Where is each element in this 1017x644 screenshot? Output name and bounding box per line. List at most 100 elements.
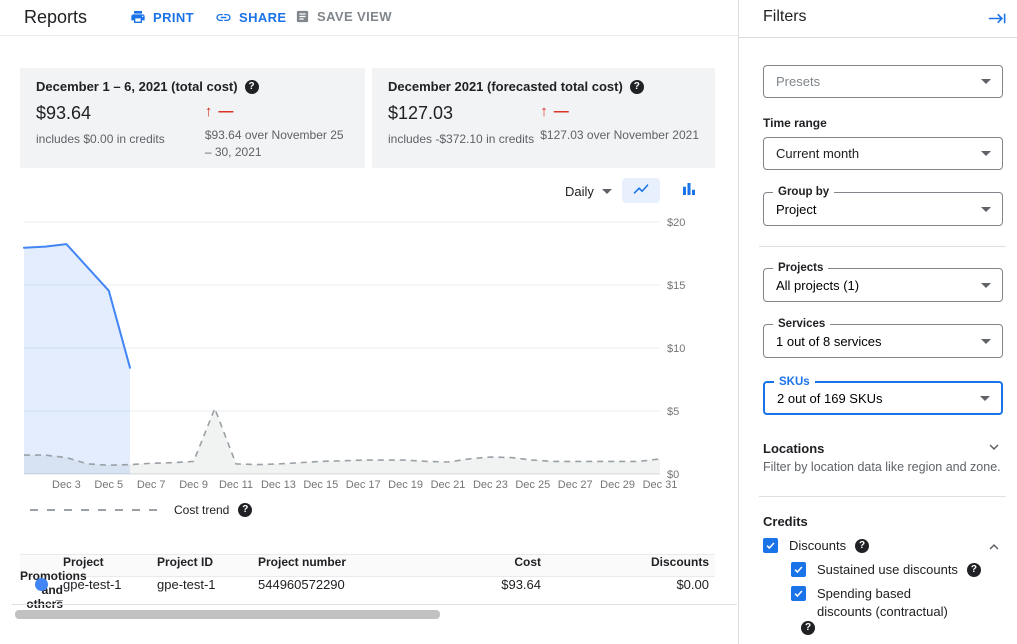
expand-locations-button[interactable] bbox=[985, 438, 1003, 459]
skus-label: SKUs bbox=[774, 375, 815, 389]
services-dropdown[interactable]: Services 1 out of 8 services bbox=[763, 324, 1003, 358]
forecast-cost-card-title: December 2021 (forecasted total cost) bbox=[388, 79, 623, 94]
time-range-label: Time range bbox=[763, 116, 827, 130]
skus-value: 2 out of 169 SKUs bbox=[777, 391, 883, 406]
help-icon[interactable]: ? bbox=[245, 80, 259, 94]
collapse-panel-button[interactable] bbox=[988, 9, 1007, 31]
print-icon bbox=[130, 9, 146, 25]
svg-text:Dec 11: Dec 11 bbox=[219, 479, 253, 491]
locations-description: Filter by location data like region and … bbox=[763, 460, 1007, 474]
table-cell: $0.00 bbox=[541, 577, 709, 592]
chevron-down-icon bbox=[981, 151, 991, 156]
divider bbox=[759, 496, 1006, 497]
print-label: PRINT bbox=[153, 10, 194, 25]
link-icon bbox=[215, 9, 232, 26]
credits-label: Credits bbox=[763, 514, 808, 529]
save-view-label: SAVE VIEW bbox=[317, 9, 392, 24]
svg-text:Dec 23: Dec 23 bbox=[473, 479, 508, 491]
checkbox-checked-icon[interactable] bbox=[763, 538, 778, 553]
svg-text:Dec 5: Dec 5 bbox=[94, 479, 123, 491]
projects-dropdown[interactable]: Projects All projects (1) bbox=[763, 268, 1003, 302]
help-icon[interactable]: ? bbox=[630, 80, 644, 94]
projects-value: All projects (1) bbox=[776, 278, 859, 293]
group-by-dropdown[interactable]: Group by Project bbox=[763, 192, 1003, 226]
share-button[interactable]: SHARE bbox=[215, 9, 287, 26]
svg-text:Dec 31: Dec 31 bbox=[643, 479, 678, 491]
time-range-dropdown[interactable]: Current month bbox=[763, 137, 1003, 170]
chevron-up-icon bbox=[985, 538, 1003, 559]
svg-text:Dec 3: Dec 3 bbox=[52, 479, 81, 491]
help-icon[interactable]: ? bbox=[967, 563, 981, 577]
filters-panel: Filters Presets Time range Current month… bbox=[738, 0, 1017, 644]
total-cost-card-title: December 1 – 6, 2021 (total cost) bbox=[36, 79, 238, 94]
group-by-label: Group by bbox=[773, 185, 834, 199]
forecast-cost-card: December 2021 (forecasted total cost) ? … bbox=[372, 68, 715, 168]
cost-chart: $0$5$10$15$20Dec 3Dec 5Dec 7Dec 9Dec 11D… bbox=[0, 210, 720, 502]
sustained-use-discounts-checkbox-row[interactable]: Sustained use discounts ? bbox=[791, 561, 981, 579]
locations-section-header: Locations bbox=[763, 438, 1003, 459]
bar-chart-toggle-button[interactable] bbox=[670, 178, 708, 203]
svg-text:Dec 7: Dec 7 bbox=[137, 479, 166, 491]
presets-dropdown[interactable]: Presets bbox=[763, 65, 1003, 98]
line-chart-toggle-button[interactable] bbox=[622, 178, 660, 203]
table-cell: 544960572290 bbox=[258, 577, 437, 592]
table-cell: gpe-test-1 bbox=[157, 577, 258, 592]
sustained-use-discounts-label: Sustained use discounts bbox=[817, 561, 958, 579]
discounts-checkbox-row[interactable]: Discounts ? bbox=[763, 537, 977, 555]
reports-main-area: Reports PRINT SHARE SAVE VIEW December 1… bbox=[0, 0, 738, 644]
cost-breakdown-table: ProjectProject IDProject numberCostDisco… bbox=[20, 554, 715, 604]
chart-type-toggle bbox=[622, 178, 708, 203]
cost-trend-legend-label: Cost trend bbox=[174, 503, 229, 517]
svg-text:Dec 27: Dec 27 bbox=[558, 479, 593, 491]
page-title: Reports bbox=[24, 7, 87, 28]
column-header[interactable]: Project number bbox=[258, 555, 437, 569]
svg-text:$10: $10 bbox=[667, 343, 685, 355]
share-label: SHARE bbox=[239, 10, 287, 25]
chevron-down-icon bbox=[981, 339, 991, 344]
chevron-down-icon bbox=[602, 189, 612, 194]
presets-placeholder: Presets bbox=[776, 74, 820, 89]
column-header[interactable]: Project bbox=[63, 555, 157, 569]
interval-dropdown[interactable]: Daily bbox=[565, 184, 612, 199]
help-icon[interactable]: ? bbox=[801, 621, 815, 635]
svg-text:Dec 9: Dec 9 bbox=[179, 479, 208, 491]
horizontal-scrollbar-thumb[interactable] bbox=[15, 610, 440, 619]
series-color-cell bbox=[20, 578, 63, 591]
total-cost-credits-note: includes $0.00 in credits bbox=[36, 132, 205, 146]
chevron-down-icon bbox=[981, 283, 991, 288]
help-icon[interactable]: ? bbox=[238, 503, 252, 517]
cost-trend-dashed-swatch bbox=[30, 509, 162, 511]
chevron-down-icon bbox=[980, 396, 990, 401]
trend-up-icon: ↑— bbox=[205, 103, 349, 120]
column-header[interactable]: Discounts bbox=[541, 555, 709, 569]
column-header[interactable]: Cost bbox=[437, 555, 541, 569]
svg-text:Dec 15: Dec 15 bbox=[303, 479, 338, 491]
table-cell: $93.64 bbox=[437, 577, 541, 592]
time-range-value: Current month bbox=[776, 146, 859, 161]
trend-up-icon: ↑— bbox=[540, 103, 699, 120]
chevron-down-icon bbox=[981, 207, 991, 212]
collapse-discounts-button[interactable] bbox=[985, 538, 1003, 559]
column-header[interactable]: Project ID bbox=[157, 555, 258, 569]
svg-text:Dec 21: Dec 21 bbox=[431, 479, 466, 491]
forecast-credits-note: includes -$372.10 in credits bbox=[388, 132, 540, 146]
spending-based-discounts-checkbox-row[interactable]: Spending based discounts (contractual) bbox=[791, 585, 969, 621]
table-header-row: ProjectProject IDProject numberCostDisco… bbox=[20, 554, 715, 577]
services-label: Services bbox=[773, 317, 830, 331]
filters-title: Filters bbox=[763, 8, 807, 26]
checkbox-checked-icon[interactable] bbox=[791, 586, 806, 601]
checkbox-checked-icon[interactable] bbox=[791, 562, 806, 577]
help-icon[interactable]: ? bbox=[855, 539, 869, 553]
divider bbox=[12, 604, 737, 605]
locations-label: Locations bbox=[763, 441, 824, 456]
save-view-button[interactable]: SAVE VIEW bbox=[295, 9, 392, 24]
chevron-down-icon bbox=[985, 438, 1003, 459]
filters-header: Filters bbox=[739, 0, 1017, 38]
table-row: gpe-test-1gpe-test-1544960572290$93.64$0… bbox=[20, 577, 715, 604]
print-button[interactable]: PRINT bbox=[130, 9, 194, 25]
forecast-cost-comparison: $127.03 over November 2021 bbox=[540, 127, 699, 144]
svg-text:$15: $15 bbox=[667, 280, 685, 292]
group-by-value: Project bbox=[776, 202, 816, 217]
skus-dropdown[interactable]: SKUs 2 out of 169 SKUs bbox=[763, 381, 1003, 415]
svg-text:$20: $20 bbox=[667, 217, 685, 229]
